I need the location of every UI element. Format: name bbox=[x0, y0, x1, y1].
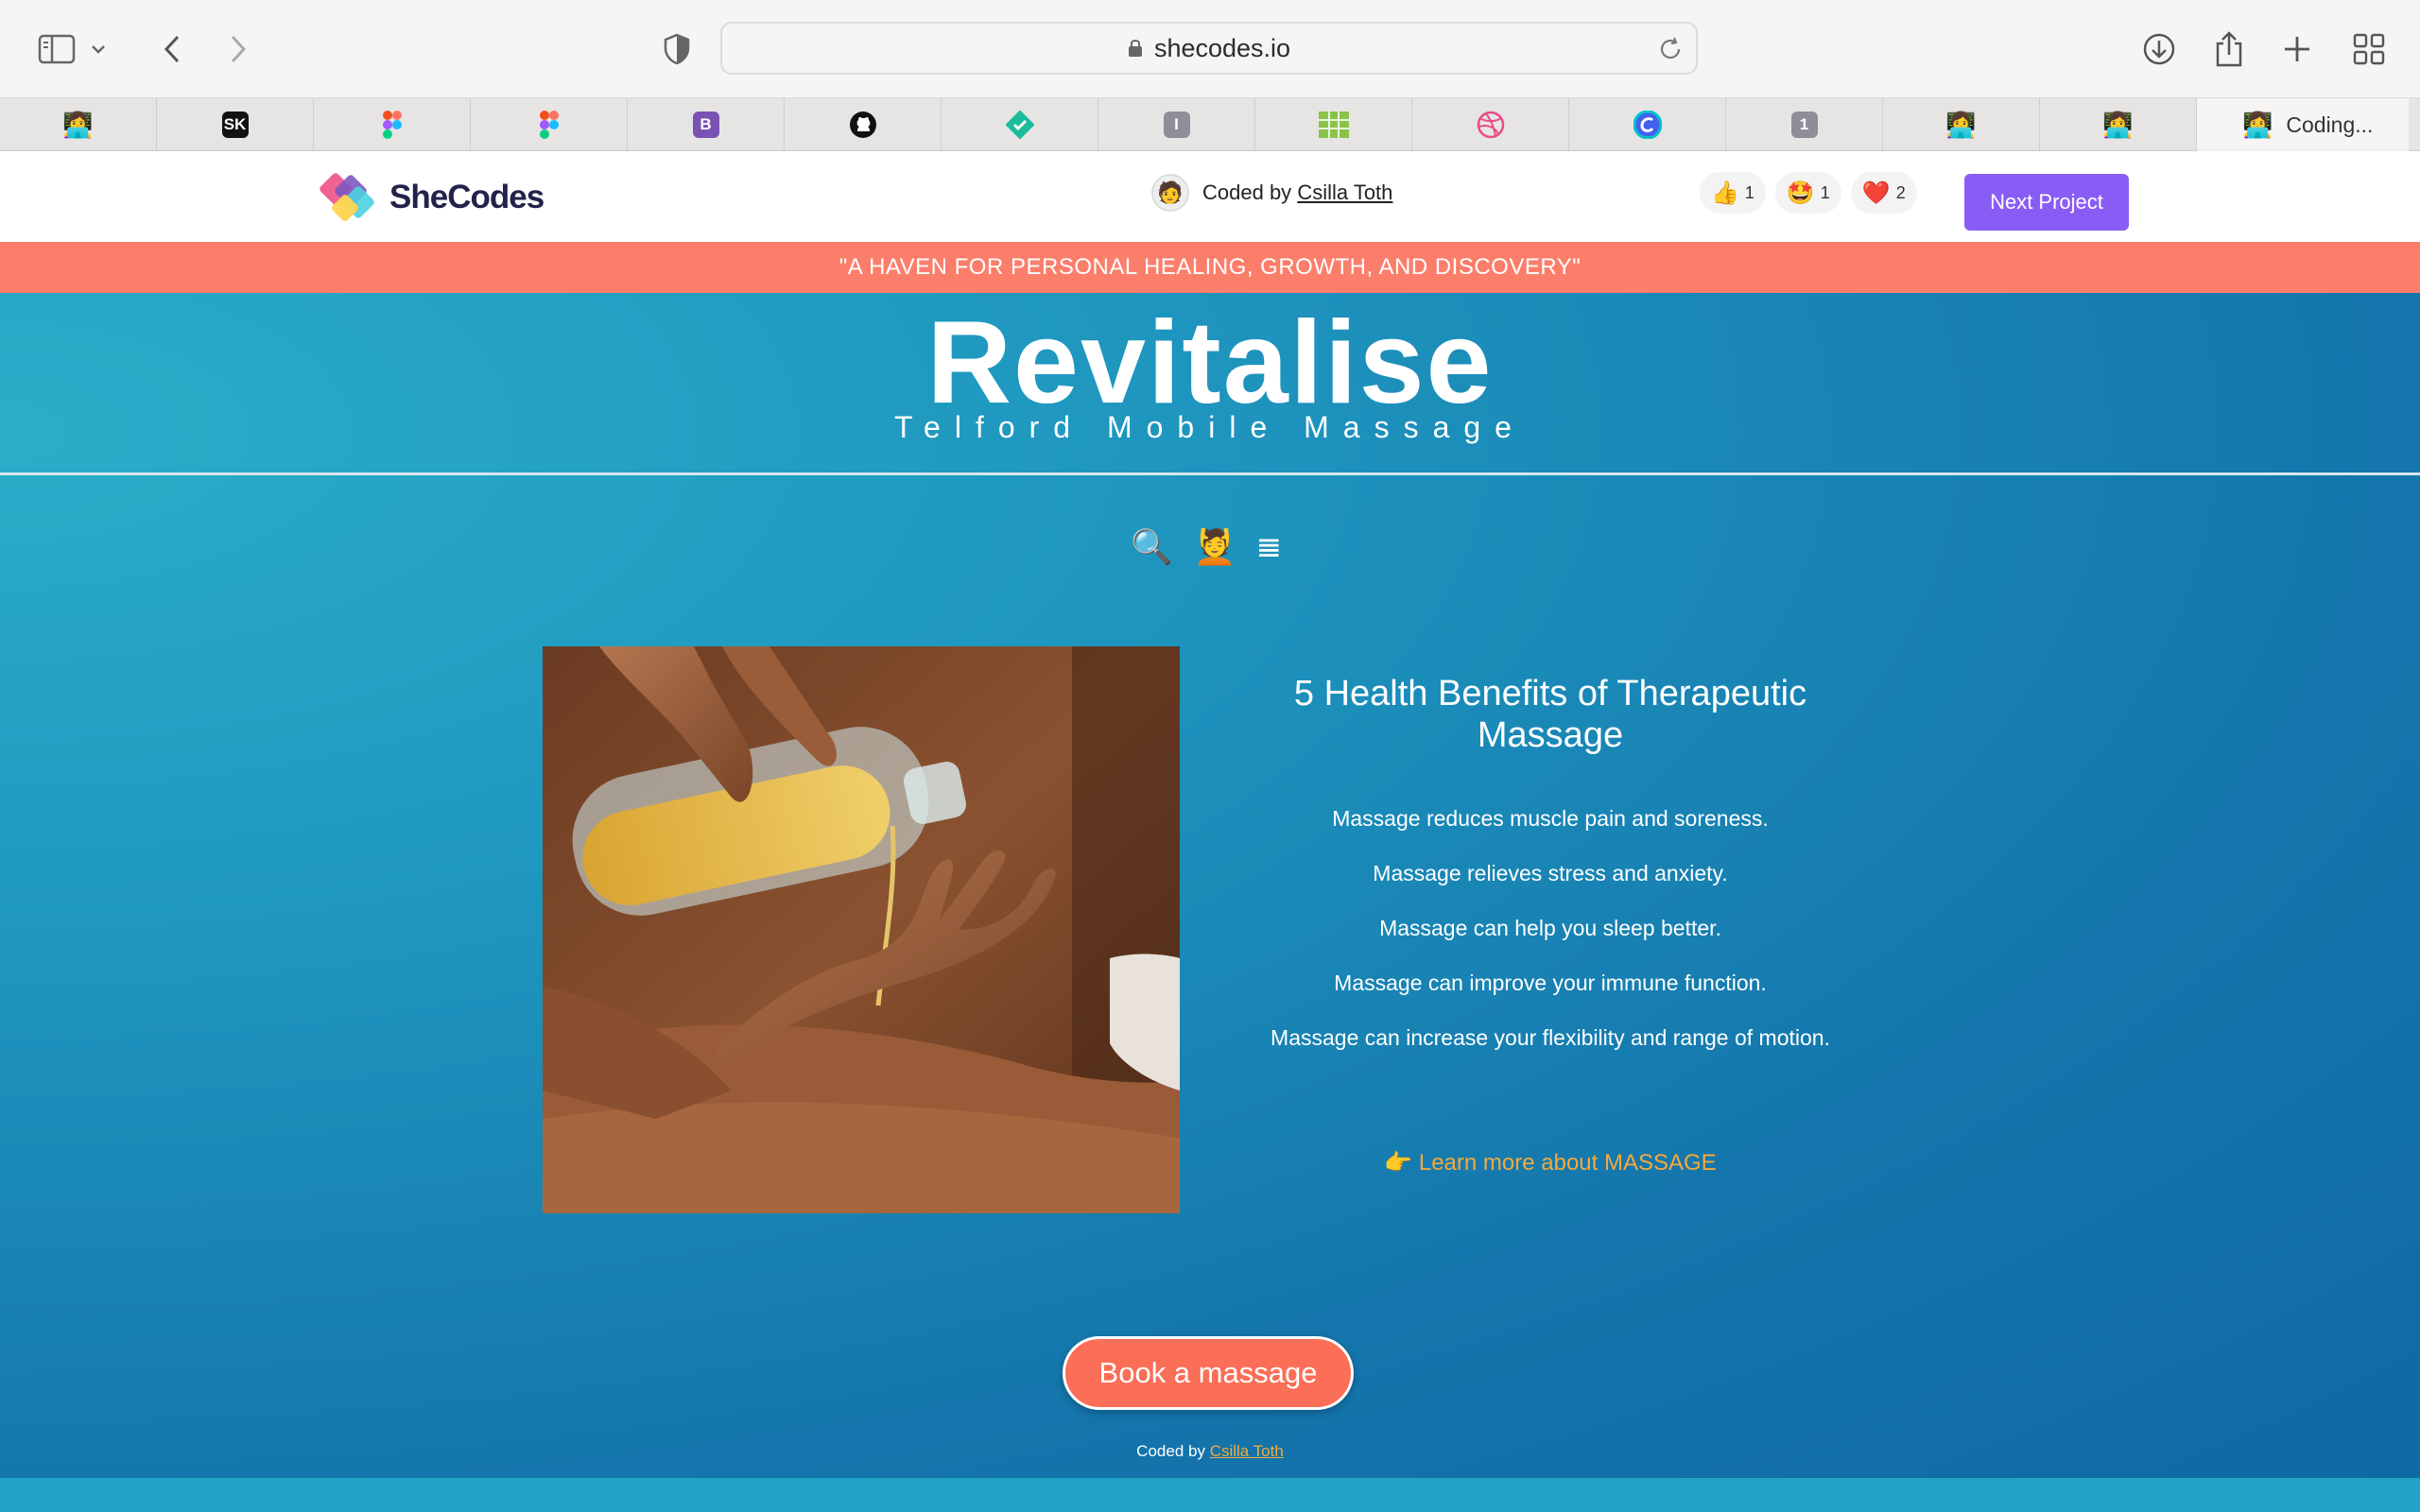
coder-emoji-icon: 👩‍💻 bbox=[62, 110, 94, 139]
new-tab-icon[interactable] bbox=[2269, 21, 2325, 77]
coded-by-prefix: Coded by bbox=[1202, 180, 1292, 204]
star-struck-icon: 🤩 bbox=[1786, 180, 1815, 206]
reaction-count: 2 bbox=[1895, 182, 1906, 202]
footer: Coded by Csilla Toth bbox=[0, 1442, 2420, 1461]
benefits-list: Massage reduces muscle pain and soreness… bbox=[1229, 805, 1872, 1079]
footer-prefix: Coded by bbox=[1136, 1442, 1205, 1460]
reaction-count: 1 bbox=[1820, 182, 1830, 202]
massage-icon[interactable]: 💆 bbox=[1194, 527, 1236, 567]
heart-icon: ❤️ bbox=[1861, 180, 1891, 206]
lock-icon bbox=[1128, 40, 1142, 57]
tab-2[interactable]: SK bbox=[157, 98, 314, 151]
page-content: "A HAVEN FOR PERSONAL HEALING, GROWTH, A… bbox=[0, 242, 2420, 1512]
list-item: Massage reduces muscle pain and soreness… bbox=[1332, 806, 1769, 831]
tab-10[interactable] bbox=[1412, 98, 1569, 151]
tab-12[interactable]: 1 bbox=[1726, 98, 1883, 151]
tagline: Telford Mobile Massage bbox=[894, 410, 1526, 444]
tab-strip: 👩‍💻 SK B I 1 👩‍💻 👩‍💻 👩‍💻 Coding... bbox=[0, 98, 2420, 151]
forward-icon[interactable] bbox=[210, 21, 267, 77]
sidebar-toggle-icon[interactable] bbox=[28, 21, 85, 77]
tab-11[interactable] bbox=[1569, 98, 1726, 151]
chevron-down-icon[interactable] bbox=[79, 21, 117, 77]
article-title: 5 Health Benefits of Therapeutic Massage bbox=[1293, 674, 1807, 755]
menu-icon[interactable]: 𝌆 bbox=[1257, 532, 1281, 563]
tab-14[interactable]: 👩‍💻 bbox=[2040, 98, 2197, 151]
coder-emoji-icon: 👩‍💻 bbox=[2102, 110, 2134, 139]
next-project-button[interactable]: Next Project bbox=[1964, 174, 2129, 231]
tab-9[interactable] bbox=[1255, 98, 1412, 151]
author-link[interactable]: Csilla Toth bbox=[1297, 180, 1392, 204]
i-icon: I bbox=[1163, 112, 1190, 138]
tab-7[interactable] bbox=[942, 98, 1098, 151]
canva-icon bbox=[1633, 111, 1662, 139]
url-text: shecodes.io bbox=[1153, 33, 1291, 62]
dribbble-icon bbox=[1477, 111, 1504, 139]
figma-icon bbox=[539, 111, 559, 139]
tab-6[interactable] bbox=[785, 98, 942, 151]
tab-3[interactable] bbox=[314, 98, 471, 151]
privacy-shield-icon[interactable] bbox=[648, 21, 705, 77]
reaction-star-struck[interactable]: 🤩 1 bbox=[1774, 172, 1841, 214]
tab-8[interactable]: I bbox=[1098, 98, 1255, 151]
share-icon[interactable] bbox=[2201, 21, 2257, 77]
reactions: 👍 1 🤩 1 ❤️ 2 bbox=[1700, 172, 1917, 214]
massage-oil-image bbox=[543, 646, 1180, 1213]
list-item: Massage relieves stress and anxiety. bbox=[1373, 861, 1728, 885]
footer-author-link[interactable]: Csilla Toth bbox=[1210, 1442, 1284, 1460]
banner: "A HAVEN FOR PERSONAL HEALING, GROWTH, A… bbox=[0, 242, 2420, 293]
list-item: Massage can improve your immune function… bbox=[1334, 971, 1767, 995]
reload-icon[interactable] bbox=[1656, 35, 1685, 63]
coded-by: 🧑 Coded by Csilla Toth bbox=[1151, 174, 1392, 212]
browser-toolbar: shecodes.io bbox=[0, 0, 2420, 98]
figma-icon bbox=[382, 111, 402, 139]
sk-icon: SK bbox=[221, 112, 249, 138]
active-tab-title: Coding... bbox=[2286, 112, 2374, 137]
one-icon: 1 bbox=[1790, 112, 1818, 138]
brand-title: Revitalise bbox=[926, 298, 1494, 428]
avatar: 🧑 bbox=[1151, 174, 1189, 212]
learn-more-link[interactable]: 👉 Learn more about MASSAGE bbox=[1229, 1149, 1872, 1177]
benefits-article: 5 Health Benefits of Therapeutic Massage… bbox=[1229, 673, 1872, 1079]
tab-5[interactable]: B bbox=[628, 98, 785, 151]
shecodes-bar: SheCodes 🧑 Coded by Csilla Toth 👍 1 🤩 1 … bbox=[0, 151, 2420, 242]
search-icon[interactable]: 🔍 bbox=[1131, 527, 1173, 567]
shecodes-logo[interactable]: SheCodes bbox=[318, 167, 544, 228]
tab-active[interactable]: 👩‍💻 Coding... bbox=[2197, 98, 2409, 151]
bootstrap-icon: B bbox=[692, 112, 719, 138]
list-item: Massage can increase your flexibility an… bbox=[1270, 1025, 1830, 1050]
tab-1[interactable]: 👩‍💻 bbox=[0, 98, 157, 151]
grid-icon bbox=[1318, 112, 1349, 138]
tab-13[interactable]: 👩‍💻 bbox=[1883, 98, 2040, 151]
coder-emoji-icon: 👩‍💻 bbox=[1945, 110, 1977, 139]
tab-overview-icon[interactable] bbox=[2341, 21, 2397, 77]
download-icon[interactable] bbox=[2131, 21, 2187, 77]
coder-emoji-icon: 👩‍💻 bbox=[2242, 110, 2273, 139]
shecodes-logo-icon bbox=[320, 173, 374, 221]
book-massage-button[interactable]: Book a massage bbox=[1063, 1336, 1354, 1410]
reaction-thumbs-up[interactable]: 👍 1 bbox=[1700, 172, 1766, 214]
nav-icons: 🔍 💆 𝌆 bbox=[1131, 527, 1281, 567]
github-icon bbox=[849, 112, 876, 138]
back-icon[interactable] bbox=[144, 21, 200, 77]
reaction-heart[interactable]: ❤️ 2 bbox=[1850, 172, 1917, 214]
list-item: Massage can help you sleep better. bbox=[1379, 916, 1721, 940]
thumbs-up-icon: 👍 bbox=[1711, 180, 1739, 206]
bottom-strip bbox=[0, 1478, 2420, 1512]
address-bar[interactable]: shecodes.io bbox=[720, 22, 1698, 75]
check-icon bbox=[1005, 111, 1034, 139]
reaction-count: 1 bbox=[1744, 182, 1754, 202]
shecodes-logo-text: SheCodes bbox=[389, 179, 544, 215]
divider bbox=[0, 472, 2420, 475]
tab-4[interactable] bbox=[471, 98, 628, 151]
